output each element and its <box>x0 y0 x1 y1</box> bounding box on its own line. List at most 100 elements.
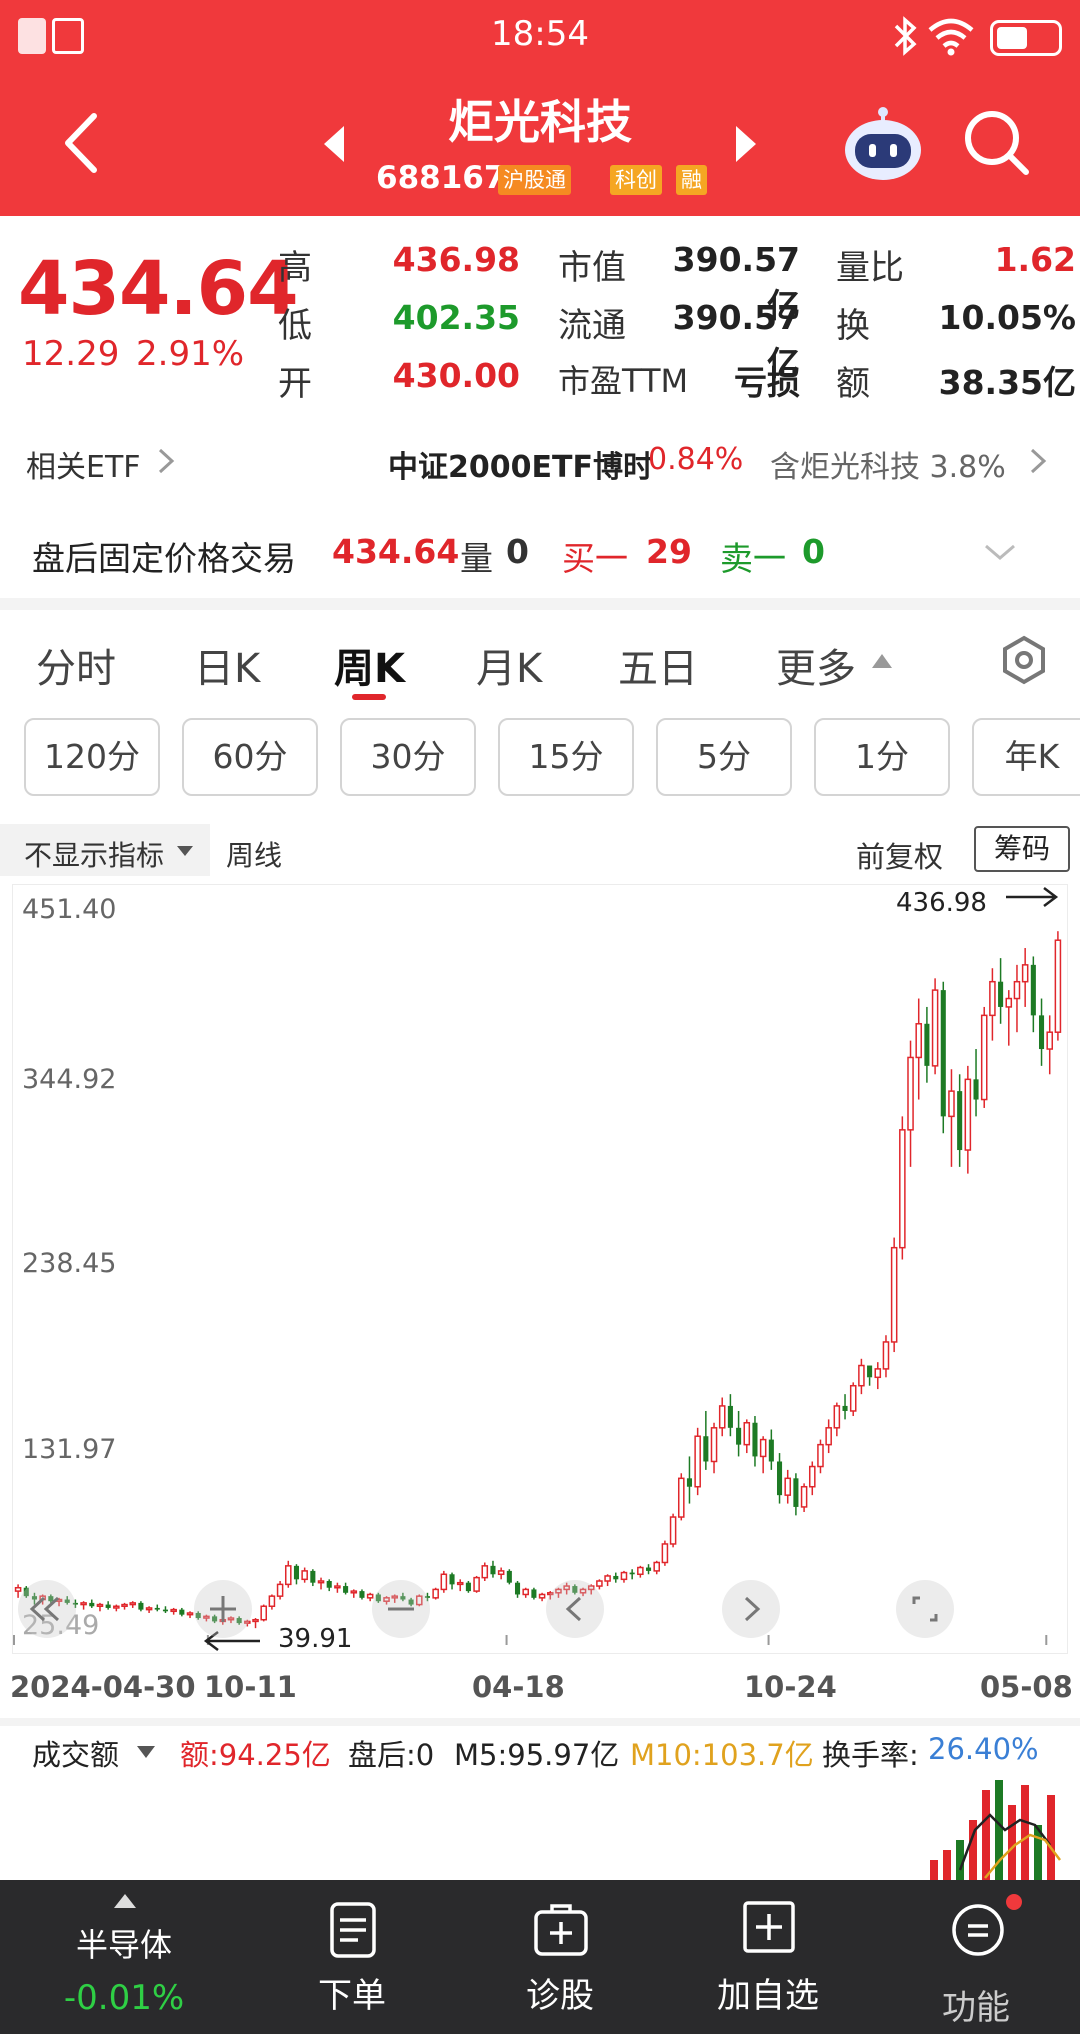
candle <box>759 1436 767 1474</box>
candle <box>849 1382 857 1417</box>
candle-body <box>768 1439 774 1462</box>
header: 18:54 炬光科技 688167 沪股通 科创 融 <box>0 0 1080 216</box>
amount-value: 38.35亿 <box>938 363 1076 402</box>
candle <box>481 1562 489 1582</box>
chevron-right-icon <box>1030 448 1047 474</box>
volratio-label: 量比 <box>836 248 904 288</box>
tab-five-day[interactable]: 五日 <box>618 636 698 694</box>
volume-chart <box>930 1780 1061 1880</box>
pan-right-button[interactable] <box>722 1580 780 1638</box>
period-30min[interactable]: 30分 <box>340 718 476 796</box>
candle-body <box>677 1477 685 1518</box>
volume-indicator-label[interactable]: 成交额 <box>32 1732 119 1774</box>
zoom-out-button[interactable] <box>372 1580 430 1638</box>
nav-add-watchlist[interactable]: 加自选 <box>678 1880 858 2034</box>
zoom-in-button[interactable] <box>194 1580 252 1638</box>
chip-button[interactable]: 筹码 <box>974 826 1070 872</box>
candle-body <box>931 989 939 1067</box>
candle <box>907 1040 914 1167</box>
candle-body <box>849 1384 857 1412</box>
back-icon[interactable] <box>60 110 104 176</box>
indicator-dropdown[interactable]: 不显示指标 <box>0 824 210 876</box>
candlestick-chart[interactable] <box>0 884 1080 1654</box>
candle-body <box>874 1368 882 1379</box>
search-icon[interactable] <box>962 108 1032 178</box>
caret-down-icon <box>177 846 193 856</box>
y-tick-label: 451.40 <box>22 894 117 925</box>
candle-body <box>867 1365 873 1378</box>
nav-add-watchlist-label: 加自选 <box>717 1976 819 2016</box>
tab-week-k[interactable]: 周K <box>334 636 405 694</box>
notification-dot <box>1006 1894 1022 1910</box>
candle-body <box>940 990 946 1117</box>
stock-code: 688167 <box>376 160 506 196</box>
double-chevron-left-icon <box>29 1596 60 1622</box>
rewind-button[interactable] <box>18 1580 76 1638</box>
candle <box>833 1402 841 1437</box>
period-year-k[interactable]: 年K <box>972 718 1080 796</box>
sell1-value: 0 <box>802 532 825 571</box>
candle-body <box>301 1570 308 1581</box>
candle <box>915 998 923 1100</box>
candle <box>874 1362 882 1390</box>
candle-body <box>727 1405 733 1428</box>
nav-functions[interactable]: 功能 <box>886 1880 1066 2034</box>
candle <box>629 1569 635 1580</box>
period-1min[interactable]: 1分 <box>814 718 950 796</box>
candle <box>776 1453 783 1504</box>
volume-bar <box>1008 1805 1016 1880</box>
candle <box>686 1456 693 1504</box>
arrow-right-icon <box>1006 887 1059 907</box>
settings-hexagon-icon[interactable] <box>998 634 1050 686</box>
candle <box>703 1410 709 1470</box>
candle <box>1013 964 1021 1033</box>
tab-timeshare[interactable]: 分时 <box>36 636 116 694</box>
volratio-value: 1.62 <box>994 240 1076 279</box>
candle <box>825 1419 832 1454</box>
etf-row[interactable]: 相关ETF 中证2000ETF博时 0.84% 含炬光科技 3.8% <box>0 432 1080 486</box>
candle-body <box>661 1543 669 1564</box>
candle <box>736 1410 742 1457</box>
tab-month-k[interactable]: 月K <box>476 636 542 694</box>
candle-body <box>1038 1015 1045 1050</box>
candle-body <box>752 1422 758 1457</box>
x-tick-label: 2024-04-30 <box>10 1670 196 1704</box>
candle <box>1038 998 1045 1066</box>
period-15min[interactable]: 15分 <box>498 718 634 796</box>
sector-pct: -0.01% <box>63 1978 185 2018</box>
stock-name: 炬光科技 <box>448 95 632 149</box>
volume-bar <box>930 1860 938 1880</box>
battery-icon <box>990 20 1062 56</box>
x-tick-label: 05-08 <box>980 1670 1073 1704</box>
adjust-label[interactable]: 前复权 <box>856 834 943 876</box>
fullscreen-button[interactable] <box>896 1580 954 1638</box>
candle <box>490 1560 496 1578</box>
wifi-icon <box>928 18 974 56</box>
nav-order[interactable]: 下单 <box>262 1880 442 2034</box>
order-document-icon <box>330 1902 376 1958</box>
divider <box>0 598 1080 610</box>
candle <box>808 1461 816 1496</box>
candle <box>661 1540 669 1566</box>
robot-assistant-icon[interactable] <box>840 102 926 182</box>
candle-body <box>637 1566 644 1576</box>
next-stock-icon[interactable] <box>732 124 760 164</box>
tab-more[interactable]: 更多 <box>776 636 856 694</box>
period-120min[interactable]: 120分 <box>24 718 160 796</box>
period-5min[interactable]: 5分 <box>656 718 792 796</box>
candle <box>973 1049 979 1117</box>
caret-down-icon[interactable] <box>136 1744 156 1760</box>
candle <box>964 1065 972 1174</box>
period-60min[interactable]: 60分 <box>182 718 318 796</box>
after-hours-row[interactable]: 盘后固定价格交易 434.64 量 0 买一 29 卖一 0 <box>0 524 1080 582</box>
candle-body <box>1005 997 1013 1008</box>
tab-day-k[interactable]: 日K <box>194 636 260 694</box>
nav-sector[interactable]: 半导体 -0.01% <box>34 1880 214 2034</box>
pan-left-button[interactable] <box>546 1580 604 1638</box>
sell1-label: 卖一 <box>720 539 786 578</box>
nav-diagnose[interactable]: 诊股 <box>470 1880 650 2034</box>
candle-body <box>669 1516 677 1545</box>
candle <box>637 1565 644 1578</box>
chevron-down-icon[interactable] <box>982 540 1018 564</box>
buy1-label: 买一 <box>562 539 628 578</box>
